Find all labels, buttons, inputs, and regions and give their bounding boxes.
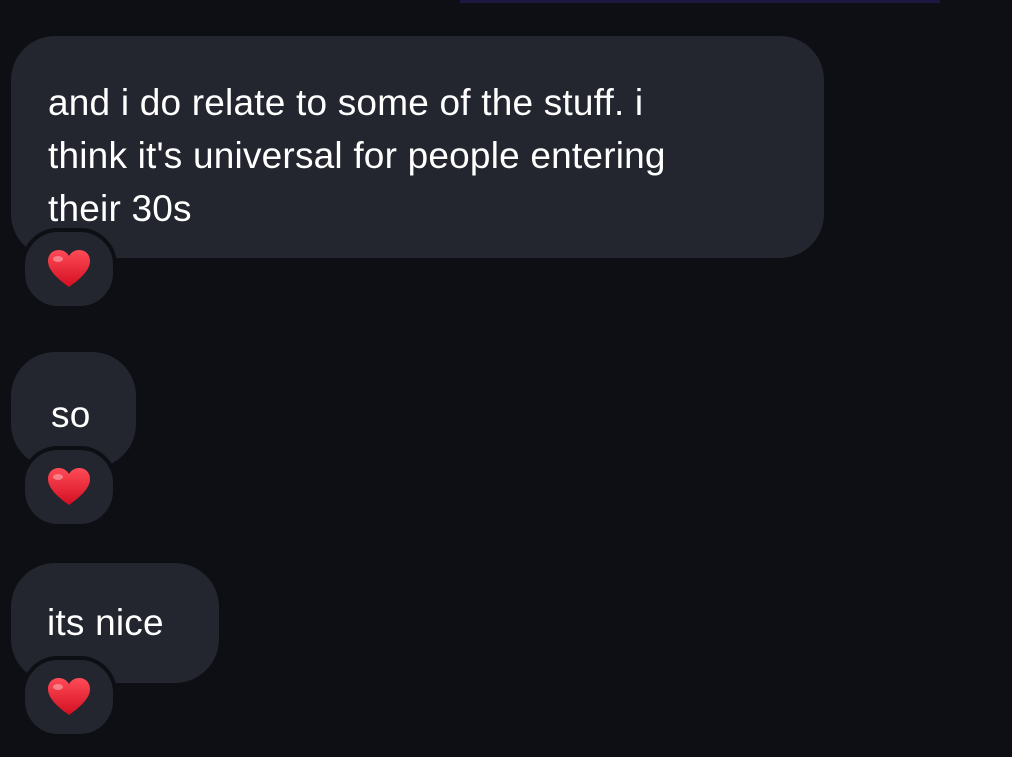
message-text: so	[51, 394, 91, 435]
message-bubble[interactable]: and i do relate to some of the stuff. i …	[11, 36, 824, 258]
message-text: its nice	[47, 602, 164, 643]
heart-reaction[interactable]	[21, 446, 117, 528]
message-thread: and i do relate to some of the stuff. i …	[0, 0, 1012, 757]
red-heart-icon	[48, 250, 90, 287]
red-heart-icon	[48, 678, 90, 715]
message-text: and i do relate to some of the stuff. i …	[48, 82, 666, 229]
heart-reaction[interactable]	[21, 228, 117, 310]
heart-reaction[interactable]	[21, 656, 117, 738]
red-heart-icon	[48, 468, 90, 505]
